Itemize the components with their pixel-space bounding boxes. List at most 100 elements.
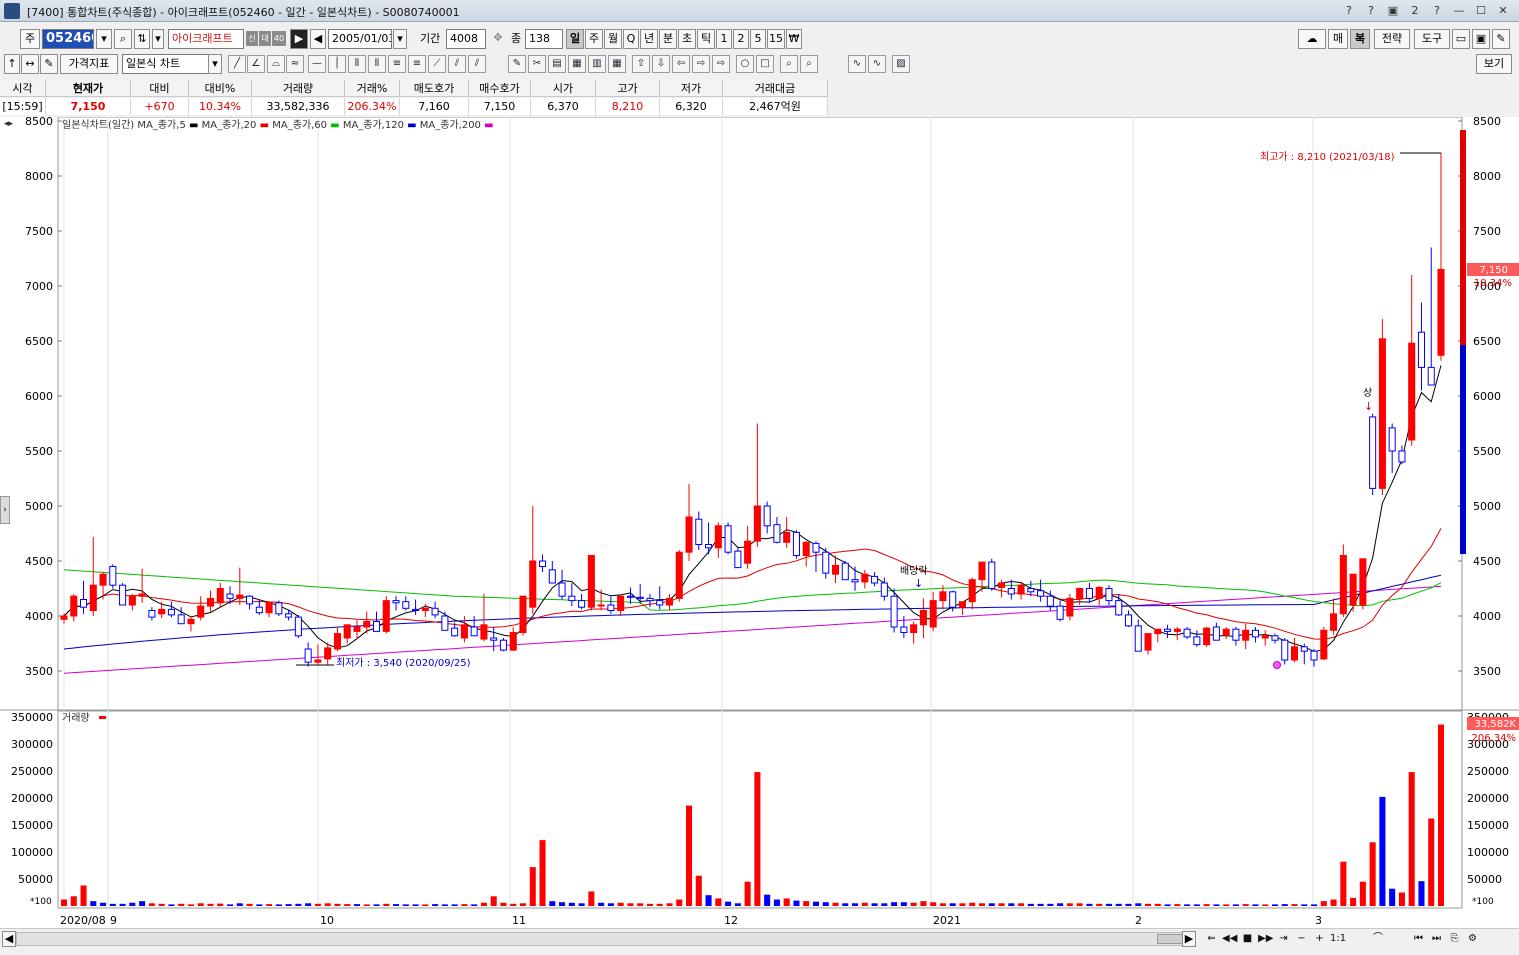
pen-icon[interactable]: ✎ bbox=[508, 55, 526, 73]
arrow-right2-icon[interactable]: ⇨ bbox=[712, 55, 730, 73]
interval-button[interactable]: 주 bbox=[585, 29, 603, 49]
pin-icon[interactable]: ? bbox=[1429, 3, 1445, 19]
cursor-up-icon[interactable]: ↑ bbox=[4, 54, 20, 74]
cut-icon[interactable]: ✂ bbox=[528, 55, 546, 73]
plus-icon[interactable]: + bbox=[1312, 931, 1327, 946]
arc-icon[interactable]: ⌓ bbox=[267, 55, 285, 73]
help-icon[interactable]: ? bbox=[1341, 3, 1357, 19]
number-icon[interactable]: 2 bbox=[1407, 3, 1423, 19]
close-icon[interactable]: ✕ bbox=[1495, 3, 1511, 19]
minus-icon[interactable]: − bbox=[1294, 931, 1309, 946]
gann-icon[interactable]: ⦀ bbox=[368, 55, 386, 73]
interval-button[interactable]: 월 bbox=[604, 29, 622, 49]
interval-button[interactable]: 5 bbox=[750, 29, 766, 49]
zoom2-icon[interactable]: ⌕ bbox=[800, 55, 818, 73]
maximize-icon[interactable]: ☐ bbox=[1473, 3, 1489, 19]
chart-type-select[interactable]: 일본식 차트 bbox=[122, 54, 210, 74]
strategy-button[interactable]: 전략 bbox=[1374, 29, 1410, 49]
zoom-out-icon[interactable]: ⇐ bbox=[1204, 931, 1219, 946]
interval-button[interactable]: 년 bbox=[640, 29, 658, 49]
minimize-icon[interactable]: — bbox=[1451, 3, 1467, 19]
interval-button[interactable]: Q bbox=[623, 29, 639, 49]
stop-icon[interactable]: ■ bbox=[1240, 931, 1255, 946]
layout-icon[interactable]: ▣ bbox=[1385, 3, 1401, 19]
cycle-icon[interactable]: ∿ bbox=[848, 55, 866, 73]
vline-icon[interactable]: │ bbox=[328, 55, 346, 73]
wrench-icon[interactable]: ✎ bbox=[1492, 29, 1510, 49]
edit-icon[interactable]: ✎ bbox=[40, 54, 58, 74]
trendline-icon[interactable]: ╱ bbox=[228, 55, 246, 73]
layer-icon[interactable]: ▥ bbox=[588, 55, 606, 73]
angle-icon[interactable]: ∠ bbox=[247, 55, 265, 73]
save-icon[interactable]: ▣ bbox=[1472, 29, 1490, 49]
arrow-up-icon[interactable]: ⇧ bbox=[632, 55, 650, 73]
next-arrow-icon[interactable]: ▶ bbox=[290, 29, 308, 49]
fill-icon[interactable]: ▦ bbox=[568, 55, 586, 73]
rewind-icon[interactable]: ◀◀ bbox=[1222, 931, 1237, 946]
resize-icon[interactable]: ↔ bbox=[21, 54, 39, 74]
hline-icon[interactable]: — bbox=[308, 55, 326, 73]
panel-toggle-icon[interactable]: › bbox=[0, 496, 10, 524]
zoom-slider-icon[interactable]: ⌒ bbox=[1348, 931, 1408, 946]
arrow-left-icon[interactable]: ⇦ bbox=[672, 55, 690, 73]
circle-icon[interactable]: ○ bbox=[736, 55, 754, 73]
interval-button[interactable]: 틱 bbox=[697, 29, 715, 49]
last-icon[interactable]: ⏭ bbox=[1429, 931, 1444, 946]
period-input[interactable]: 4008 bbox=[446, 29, 486, 49]
question-icon[interactable]: ? bbox=[1363, 3, 1379, 19]
price-chart[interactable]: 2020/08 9 10 11 12 2021 2 3 3500 3500 4000 4000 4500… bbox=[0, 115, 1519, 928]
market-select[interactable]: 주 bbox=[20, 29, 40, 49]
grid-icon[interactable]: ≡ bbox=[388, 55, 406, 73]
settings-icon[interactable]: ⚙ bbox=[1465, 931, 1480, 946]
interval-button[interactable]: 2 bbox=[733, 29, 749, 49]
parallel-icon[interactable]: ⫽ bbox=[448, 55, 466, 73]
rect-icon[interactable]: □ bbox=[756, 55, 774, 73]
calendar-dropdown-icon[interactable]: ▾ bbox=[393, 29, 407, 49]
arrow-down-icon[interactable]: ⇩ bbox=[652, 55, 670, 73]
sort-dropdown-icon[interactable]: ▾ bbox=[152, 29, 164, 49]
fast-forward-icon[interactable]: ▶▶ bbox=[1258, 931, 1273, 946]
clear-icon[interactable]: ▨ bbox=[892, 55, 910, 73]
interval-button[interactable]: 일 bbox=[566, 29, 584, 49]
scroll-left-icon[interactable]: ◀ bbox=[2, 931, 16, 947]
tools-button[interactable]: 도구 bbox=[1414, 29, 1450, 49]
prev-arrow-icon[interactable]: ◀ bbox=[310, 29, 326, 49]
move-icon[interactable]: ✥ bbox=[488, 29, 508, 49]
channel-icon[interactable]: ≡ bbox=[408, 55, 426, 73]
zoom-icon[interactable]: ⌕ bbox=[780, 55, 798, 73]
indicator-button[interactable]: 가격지표 bbox=[60, 54, 118, 74]
view-button[interactable]: 보기 bbox=[1476, 54, 1512, 74]
interval-button[interactable]: 1 bbox=[716, 29, 732, 49]
sine-icon[interactable]: ∿ bbox=[868, 55, 886, 73]
start-date-input[interactable]: 2005/01/03 bbox=[328, 29, 392, 49]
step-icon[interactable]: ⇥ bbox=[1276, 931, 1291, 946]
interval-button[interactable]: 15 bbox=[767, 29, 785, 49]
buy-sell-button[interactable]: 매 bbox=[1328, 29, 1348, 49]
color-icon[interactable]: ▤ bbox=[548, 55, 566, 73]
arrow-right-icon[interactable]: ⇨ bbox=[692, 55, 710, 73]
pattern-icon[interactable]: ▦ bbox=[608, 55, 626, 73]
pitchfork-icon[interactable]: ⫽ bbox=[468, 55, 486, 73]
sort-icon[interactable]: ⇅ bbox=[134, 29, 150, 49]
chart-type-dropdown-icon[interactable]: ▾ bbox=[208, 54, 222, 74]
count-input[interactable]: 138 bbox=[525, 29, 563, 49]
folder-icon[interactable]: ▭ bbox=[1452, 29, 1470, 49]
compare-button[interactable]: 복 bbox=[1350, 29, 1370, 49]
cloud-icon[interactable]: ☁ bbox=[1298, 29, 1326, 49]
scroll-right-icon[interactable]: ▶ bbox=[1182, 931, 1196, 947]
scroll-track[interactable] bbox=[16, 932, 1196, 946]
fib-icon[interactable]: ⦀ bbox=[348, 55, 366, 73]
interval-button[interactable]: 분 bbox=[659, 29, 677, 49]
first-icon[interactable]: ⏮ bbox=[1411, 931, 1426, 946]
search-icon[interactable]: ⌕ bbox=[114, 29, 132, 49]
wave-icon[interactable]: ≈ bbox=[286, 55, 304, 73]
stock-name-field[interactable]: 아이크래프트 bbox=[168, 29, 244, 49]
ray-icon[interactable]: ⟋ bbox=[428, 55, 446, 73]
interval-button[interactable]: 초 bbox=[678, 29, 696, 49]
ratio-icon[interactable]: 1:1 bbox=[1330, 931, 1346, 946]
stock-code-input[interactable]: 052460 bbox=[42, 29, 94, 49]
volume-legend-swatch bbox=[99, 716, 106, 719]
code-dropdown-icon[interactable]: ▾ bbox=[96, 29, 112, 49]
export-icon[interactable]: ⎘ bbox=[1447, 931, 1462, 946]
interval-button[interactable]: ₩ bbox=[786, 29, 802, 49]
